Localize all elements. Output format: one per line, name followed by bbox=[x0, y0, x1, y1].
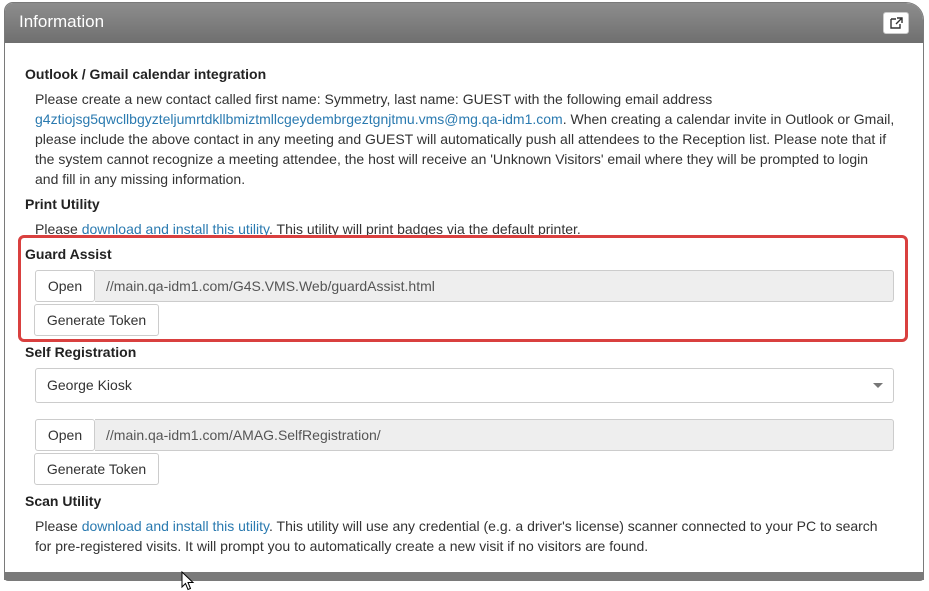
guard-assist-url-field[interactable]: //main.qa-idm1.com/G4S.VMS.Web/guardAssi… bbox=[95, 270, 894, 302]
kiosk-select-value: George Kiosk bbox=[47, 377, 132, 393]
panel-title: Information bbox=[19, 12, 105, 31]
scan-utility-heading: Scan Utility bbox=[25, 493, 102, 509]
panel-bottom-bar bbox=[4, 572, 924, 581]
outlook-line-1: Please create a new contact called first… bbox=[35, 91, 713, 107]
print-utility-suffix: . This utility will print badges via the… bbox=[269, 221, 581, 237]
mouse-cursor-icon bbox=[181, 571, 195, 591]
self-registration-open-button[interactable]: Open bbox=[35, 419, 95, 451]
external-link-icon bbox=[890, 17, 903, 29]
self-registration-url-field[interactable]: //main.qa-idm1.com/AMAG.SelfRegistration… bbox=[95, 419, 894, 451]
scan-utility-download-link[interactable]: download and install this utility bbox=[82, 518, 269, 534]
print-utility-heading: Print Utility bbox=[25, 196, 100, 212]
print-utility-text: Please download and install this utility… bbox=[35, 219, 581, 239]
scan-utility-line-2: for pre-registered visits. It will promp… bbox=[35, 538, 649, 554]
outlook-line-2: g4ztiojsg5qwcllbgyzteljumrtdkllbmiztmllc… bbox=[35, 109, 894, 129]
popout-button[interactable] bbox=[883, 12, 909, 34]
scan-utility-line-1: Please download and install this utility… bbox=[35, 516, 878, 536]
outlook-heading: Outlook / Gmail calendar integration bbox=[25, 66, 267, 82]
scan-utility-prefix: Please bbox=[35, 518, 82, 534]
guest-email-link[interactable]: g4ztiojsg5qwcllbgyzteljumrtdkllbmiztmllc… bbox=[35, 111, 563, 127]
kiosk-select[interactable]: George Kiosk bbox=[35, 368, 894, 403]
outlook-line-3: please include the above contact in any … bbox=[35, 131, 887, 147]
self-registration-heading: Self Registration bbox=[25, 344, 137, 360]
outlook-line-2-text: . When creating a calendar invite in Out… bbox=[562, 111, 895, 127]
guard-assist-open-button[interactable]: Open bbox=[35, 270, 95, 302]
scan-utility-suffix: . This utility will use any credential (… bbox=[269, 518, 878, 534]
guard-assist-generate-token-button[interactable]: Generate Token bbox=[34, 304, 159, 336]
self-registration-generate-token-button[interactable]: Generate Token bbox=[34, 453, 159, 485]
chevron-down-icon bbox=[873, 383, 883, 388]
print-utility-download-link[interactable]: download and install this utility bbox=[82, 221, 269, 237]
outlook-line-5: and fill in any missing information. bbox=[35, 171, 246, 187]
print-utility-prefix: Please bbox=[35, 221, 82, 237]
outlook-line-4: the system cannot recognize a meeting at… bbox=[35, 151, 869, 167]
panel-header: Information bbox=[5, 3, 923, 43]
guard-assist-heading: Guard Assist bbox=[25, 246, 112, 262]
